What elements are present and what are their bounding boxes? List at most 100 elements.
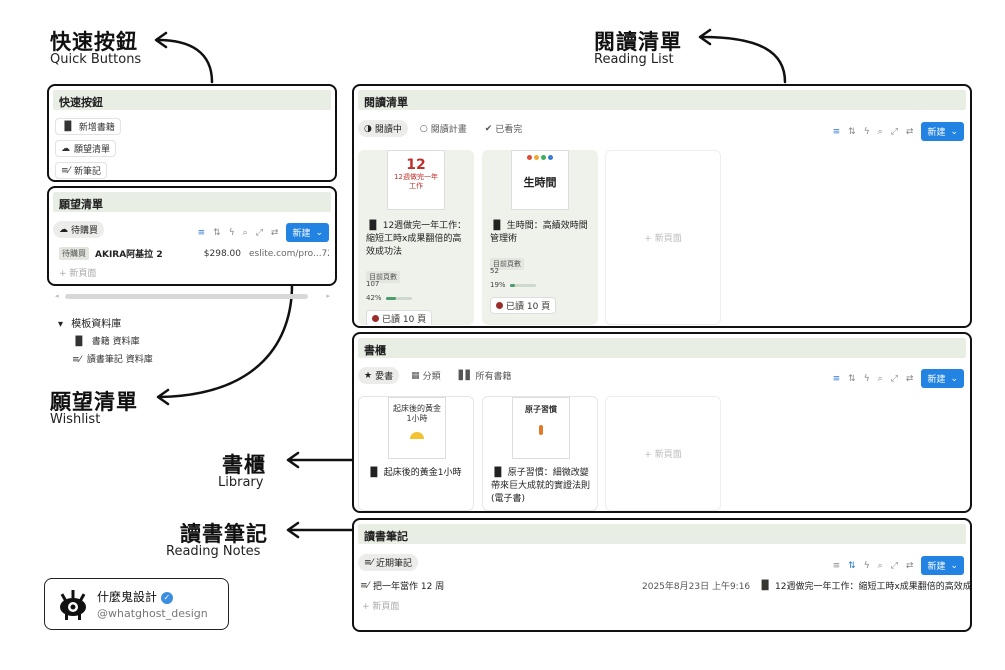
new-page-link[interactable]: + 新頁面 (59, 266, 96, 279)
book-icon: ▐▌ (72, 337, 86, 347)
lightning-icon[interactable]: ϟ (864, 561, 870, 571)
brand-name: 什麼鬼設計 (97, 590, 158, 604)
annotation-notes-en: Reading Notes (166, 544, 261, 559)
book-open-icon: ▋▋ (458, 370, 473, 381)
search-icon[interactable]: ⌕ (243, 228, 248, 238)
new-page-card[interactable]: + 新頁面 (605, 150, 721, 325)
flame-illustration (539, 425, 543, 435)
annotation-library-en: Library (218, 475, 264, 490)
search-icon[interactable]: ⌕ (878, 374, 883, 384)
lightning-icon[interactable]: ϟ (864, 374, 870, 384)
expand-icon[interactable]: ⤢ (891, 127, 898, 137)
sort-icon[interactable]: ⇅ (213, 228, 221, 238)
panel-title: 書櫃 (358, 338, 966, 358)
read-pages-badge[interactable]: 已讀 10 頁 (366, 310, 433, 325)
filter-icon[interactable]: ≡ (833, 561, 841, 571)
sun-illustration (410, 432, 424, 439)
progress-percent: 42% (366, 294, 382, 302)
search-icon[interactable]: ⌕ (878, 561, 883, 571)
current-pages: 52 (490, 267, 499, 275)
note-book-link[interactable]: 12週做完一年工作：縮短工時x成果翻倍的高效成功法 (775, 579, 970, 592)
note-icon: ≡⁄ (364, 557, 374, 568)
new-page-card[interactable]: + 新頁面 (605, 396, 721, 511)
avatar-icon (496, 302, 503, 309)
brand-badge: 什麼鬼設計 ✓ @whatghost_design (44, 578, 229, 630)
expand-icon[interactable]: ⤢ (256, 228, 263, 238)
chevron-down-icon: ⌄ (950, 373, 958, 384)
table-row[interactable]: 待購買 AKIRA阿基拉 2 $298.00 eslite.com/pro...… (59, 247, 329, 260)
book-icon: ▐▌ (61, 121, 75, 132)
search-icon[interactable]: ⌕ (878, 127, 883, 137)
tab-favorites[interactable]: ★ 愛書 (358, 367, 400, 384)
sort-icon[interactable]: ⇅ (848, 127, 856, 137)
new-page-link[interactable]: + 新頁面 (362, 599, 399, 612)
panel-title: 讀書筆記 (358, 524, 966, 544)
sidebar-item-books-db[interactable]: ▐▌ 書籍 資料庫 (72, 334, 140, 347)
expand-icon[interactable]: ⤢ (891, 374, 898, 384)
tab-reading[interactable]: ◑ 閱讀中 (358, 120, 408, 137)
book-cover: 12 12週做完一年工作 (387, 150, 445, 210)
filter-icon[interactable]: ≡ (198, 228, 206, 238)
wishlist-button[interactable]: ☁ 願望清單 (55, 140, 117, 157)
panel-title: 快速按鈕 (53, 90, 331, 110)
star-icon: ★ (364, 370, 373, 381)
lightning-icon[interactable]: ϟ (864, 127, 870, 137)
tab-reading-plan[interactable]: ○ 閱讀計畫 (414, 120, 473, 137)
sidebar-item-notes-db[interactable]: ≡⁄ 讀書筆記 資料庫 (72, 352, 153, 365)
arrow-wishlist (158, 283, 294, 399)
item-name: AKIRA阿基拉 2 (95, 250, 163, 260)
scroll-right-icon[interactable]: ▸ (326, 292, 330, 300)
chevron-down-icon: ⌄ (950, 126, 958, 137)
tab-recent-notes[interactable]: ≡⁄ 近期筆記 (358, 554, 419, 571)
triangle-down-icon: ▾ (58, 319, 64, 330)
tab-finished[interactable]: ✔ 已看完 (479, 120, 529, 137)
book-card[interactable]: 生時間 ▐▌ 生時間：高績效時間管理術 目前頁數 52 19% 已讀 10 頁 (482, 150, 598, 325)
current-pages: 107 (366, 280, 380, 288)
read-pages-badge[interactable]: 已讀 10 頁 (490, 297, 557, 314)
half-circle-icon: ◑ (364, 123, 372, 134)
item-url[interactable]: eslite.com/pro...728... (249, 249, 329, 259)
lightning-icon[interactable]: ϟ (229, 228, 235, 238)
table-row[interactable]: ≡⁄ 把一年當作 12 周 2025年8月23日 上午9:16 ▐▌ 12週做完… (360, 579, 970, 593)
book-cover: 原子習慣 (512, 397, 570, 459)
settings-icon[interactable]: ⇄ (906, 127, 914, 137)
panel-title: 閱讀清單 (358, 90, 966, 110)
template-db-group[interactable]: ▾ 模板資料庫 (58, 315, 121, 330)
cloud-icon: ☁ (59, 224, 68, 235)
ghost-eye-logo (60, 590, 86, 620)
sort-icon[interactable]: ⇅ (848, 561, 856, 571)
book-card[interactable]: 12 12週做完一年工作 ▐▌ 12週做完一年工作：縮短工時x成果翻倍的高效成功… (358, 150, 474, 325)
chevron-down-icon: ⌄ (950, 560, 958, 571)
tab-categories[interactable]: ▦ 分類 (405, 367, 447, 384)
brand-handle: @whatghost_design (97, 607, 208, 620)
book-card[interactable]: 原子習慣 ▐▌ 原子習慣：細微改變帶來巨大成就的實證法則(電子書) (482, 396, 598, 511)
sort-icon[interactable]: ⇅ (848, 374, 856, 384)
new-button[interactable]: 新建 ⌄ (921, 122, 964, 141)
filter-icon[interactable]: ≡ (833, 374, 841, 384)
settings-icon[interactable]: ⇄ (906, 374, 914, 384)
scroll-left-icon[interactable]: ◂ (55, 292, 59, 300)
book-icon: ▐▌ (367, 468, 381, 478)
scroll-thumb[interactable] (65, 294, 308, 299)
settings-icon[interactable]: ⇄ (271, 228, 279, 238)
progress-bar (509, 283, 536, 287)
card-title: 原子習慣：細微改變帶來巨大成就的實證法則(電子書) (491, 468, 591, 504)
progress-percent: 19% (490, 281, 506, 289)
grid-icon: ▦ (411, 370, 420, 381)
new-button[interactable]: 新建 ⌄ (286, 223, 329, 242)
filter-icon[interactable]: ≡ (833, 127, 841, 137)
book-card[interactable]: 起床後的黃金1小時 ▐▌ 起床後的黃金1小時 (358, 396, 474, 511)
new-button[interactable]: 新建 ⌄ (921, 556, 964, 575)
tab-all-books[interactable]: ▋▋ 所有書籍 (453, 367, 518, 384)
horizontal-scrollbar[interactable]: ◂ ▸ (55, 292, 330, 300)
tab-to-buy[interactable]: ☁ 待購買 (53, 221, 105, 238)
new-button[interactable]: 新建 ⌄ (921, 369, 964, 388)
expand-icon[interactable]: ⤢ (891, 561, 898, 571)
reading-list-panel: 閱讀清單 ◑ 閱讀中 ○ 閱讀計畫 ✔ 已看完 ≡ ⇅ ϟ ⌕ ⤢ ⇄ 新建 ⌄ 12 … (352, 84, 972, 328)
settings-icon[interactable]: ⇄ (906, 561, 914, 571)
book-icon: ▐▌ (758, 580, 772, 591)
book-cover: 生時間 (511, 150, 569, 210)
progress-bar (385, 296, 412, 300)
new-note-button[interactable]: ≡⁄ 新筆記 (55, 162, 108, 179)
add-book-button[interactable]: ▐▌ 新增書籍 (55, 118, 121, 135)
